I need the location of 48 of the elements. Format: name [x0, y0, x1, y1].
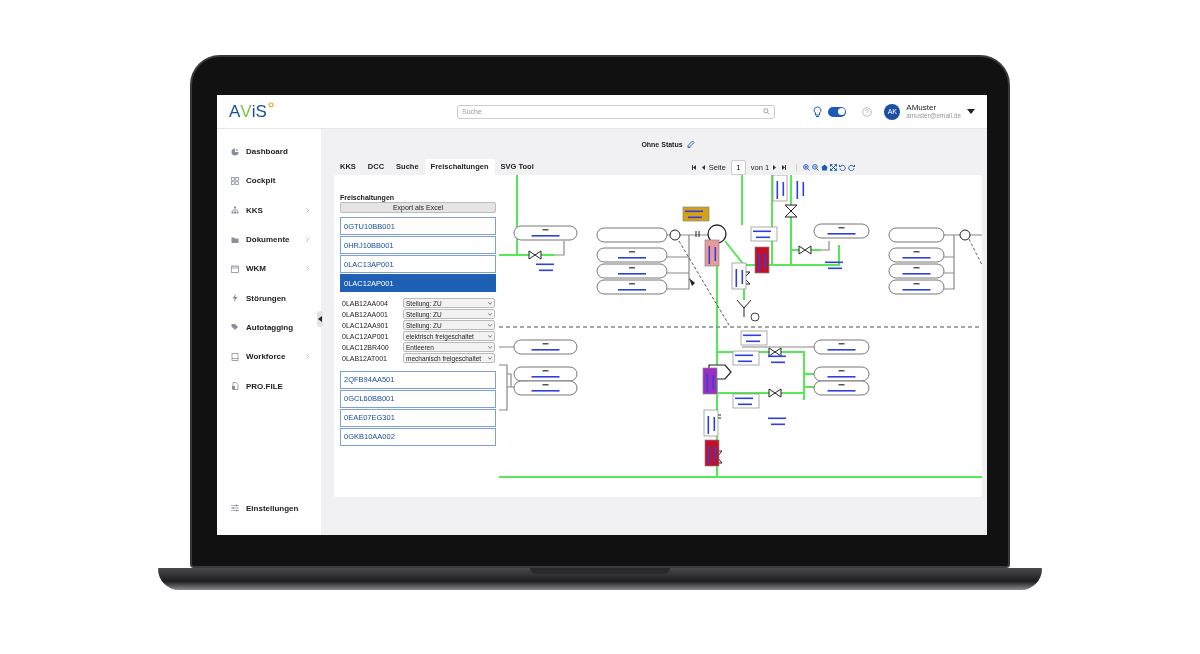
- sidebar-item[interactable]: KKS: [217, 195, 321, 225]
- settings-item[interactable]: Einstellungen: [217, 493, 321, 523]
- last-page-icon[interactable]: [779, 164, 787, 170]
- chevron-right-icon: [306, 207, 309, 213]
- undo-icon[interactable]: [839, 163, 847, 171]
- chevron-down-icon: [488, 356, 492, 360]
- card-icon: [231, 352, 239, 361]
- chevron-right-icon: [306, 266, 309, 272]
- zoom-in-icon[interactable]: [803, 163, 811, 171]
- previous-page-icon[interactable]: [701, 164, 706, 170]
- chevron-down-icon: [488, 323, 492, 327]
- edit-icon[interactable]: [686, 140, 695, 148]
- sidebar-item[interactable]: WKM: [217, 254, 321, 284]
- chevron-down-icon: [488, 334, 492, 338]
- hierarchy-icon: [231, 206, 239, 215]
- home-icon[interactable]: [821, 163, 829, 171]
- sidebar-item[interactable]: Dashboard: [217, 137, 321, 167]
- collapse-handle[interactable]: [317, 311, 323, 327]
- sidebar-item[interactable]: PRO.FILE: [217, 371, 321, 401]
- tag-icon: [231, 323, 239, 332]
- search-icon: [763, 108, 770, 115]
- chevron-right-icon: [306, 354, 309, 360]
- sidebar-item[interactable]: Cockpit: [217, 166, 321, 196]
- lightbulb-icon[interactable]: [813, 105, 823, 118]
- logo: AViS: [229, 101, 289, 122]
- chevron-down-icon: [488, 312, 492, 316]
- next-page-icon[interactable]: [772, 164, 777, 170]
- folder-icon: [231, 235, 239, 244]
- sidebar-item[interactable]: Dokumente: [217, 224, 321, 255]
- sidebar-item[interactable]: Workforce: [217, 342, 321, 372]
- document-icon: [231, 382, 239, 390]
- chevron-down-icon: [488, 345, 492, 349]
- lightning-icon: [231, 294, 239, 303]
- chevron-right-icon: [306, 237, 309, 243]
- grid-icon: [231, 176, 239, 185]
- pie-chart-icon: [231, 147, 239, 156]
- sidebar-item[interactable]: Störungen: [217, 283, 321, 313]
- sidebar-item[interactable]: Autotagging: [217, 312, 321, 343]
- sliders-icon: [231, 504, 239, 513]
- first-page-icon[interactable]: [691, 164, 699, 170]
- user-name: AMuster: [906, 103, 938, 113]
- zoom-out-icon[interactable]: [812, 163, 820, 171]
- caret-icon[interactable]: [967, 109, 975, 114]
- calendar-icon: [231, 264, 239, 273]
- toggle-switch[interactable]: [828, 106, 847, 117]
- chevron-down-icon: [488, 301, 492, 305]
- fit-screen-icon[interactable]: [830, 163, 838, 171]
- redo-icon[interactable]: [848, 163, 856, 171]
